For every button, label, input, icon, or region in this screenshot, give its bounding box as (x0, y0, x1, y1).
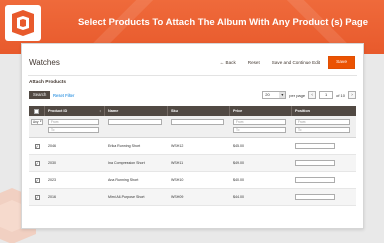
grid-controls: Search Reset Filter 20 ▼ per page ‹ 1 of… (29, 91, 356, 101)
product-name: Ana Running Short (108, 178, 139, 182)
banner-title: Select Products To Attach The Album With… (77, 17, 369, 28)
column-header-name[interactable]: Name (105, 106, 168, 116)
filter-cell (168, 116, 230, 125)
product-price: $40.00 (233, 178, 244, 182)
product-price: $44.00 (233, 195, 244, 199)
filter-cell: From To (230, 116, 292, 133)
column-header-price[interactable]: Price (230, 106, 292, 116)
logo-mark-icon (12, 10, 34, 36)
sort-icon: ↕ (99, 109, 101, 113)
id-from-input[interactable]: From (48, 119, 99, 125)
page-title: Watches (29, 58, 60, 67)
filter-row: Any ▼ From To From To From To (29, 116, 356, 138)
product-price: $49.00 (233, 161, 244, 165)
filter-cell: From To (45, 116, 105, 133)
position-input[interactable] (295, 177, 335, 183)
page-actions: ← Back Reset Save and Continue Edit Save (216, 56, 355, 69)
id-to-input[interactable]: To (48, 127, 99, 133)
product-name: Ina Compression Short (108, 161, 145, 165)
product-id: 2023 (48, 178, 56, 182)
column-header-sku[interactable]: Sku (168, 106, 230, 116)
table-header: Product ID ↕ Name Sku Price Position (29, 106, 356, 116)
product-sku: WSH10 (171, 178, 184, 182)
select-all-cell (29, 106, 45, 116)
row-checkbox[interactable]: ✓ (34, 143, 40, 149)
save-continue-button[interactable]: Save and Continue Edit (268, 57, 324, 68)
sku-filter-input[interactable] (171, 119, 224, 125)
save-button[interactable]: Save (328, 56, 355, 69)
position-input[interactable] (295, 194, 335, 200)
row-checkbox[interactable]: ✓ (34, 160, 40, 166)
position-to-input[interactable]: To (295, 127, 350, 133)
product-sku: WSH09 (171, 195, 184, 199)
total-pages-label: of 10 (336, 92, 345, 98)
table-row[interactable]: ✓ 2023 Ana Running Short WSH10 $40.00 (29, 172, 356, 189)
chevron-left-icon: ‹ (311, 92, 313, 97)
column-header-position[interactable]: Position (292, 106, 356, 116)
table-row[interactable]: ✓ 2046 Erika Running Short WSH12 $45.00 (29, 138, 356, 155)
pager: 20 ▼ per page ‹ 1 of 10 › (262, 91, 356, 99)
back-button[interactable]: ← Back (216, 57, 240, 68)
brand-logo (5, 5, 41, 41)
product-sku: WSH11 (171, 161, 184, 165)
admin-panel: Watches ← Back Reset Save and Continue E… (21, 43, 364, 229)
per-page-value: 20 (265, 92, 270, 97)
product-name: Erika Running Short (108, 144, 141, 148)
filter-cell: Any ▼ (29, 116, 45, 125)
column-header-id[interactable]: Product ID ↕ (45, 106, 105, 116)
position-input[interactable] (295, 143, 335, 149)
table-body: ✓ 2046 Erika Running Short WSH12 $45.00 … (29, 138, 356, 206)
section-title: Attach Products (29, 80, 67, 85)
name-filter-input[interactable] (108, 119, 162, 125)
table-row[interactable]: ✓ 2030 Ina Compression Short WSH11 $49.0… (29, 155, 356, 172)
back-label: Back (225, 60, 236, 65)
arrow-left-icon: ← (219, 60, 225, 65)
chevron-down-icon: ▼ (279, 92, 286, 98)
product-price: $45.00 (233, 144, 244, 148)
product-id: 2030 (48, 161, 56, 165)
products-table: Product ID ↕ Name Sku Price Position Any… (29, 106, 356, 206)
next-page-button[interactable]: › (348, 91, 356, 99)
price-from-input[interactable]: From (233, 119, 286, 125)
product-id: 2016 (48, 195, 56, 199)
price-to-input[interactable]: To (233, 127, 286, 133)
chevron-right-icon: › (351, 92, 353, 97)
page-number-input[interactable]: 1 (319, 91, 334, 99)
row-checkbox[interactable]: ✓ (34, 177, 40, 183)
row-checkbox[interactable]: ✓ (34, 194, 40, 200)
reset-filter-link[interactable]: Reset Filter (53, 93, 74, 98)
any-label: Any (33, 120, 39, 124)
position-input[interactable] (295, 160, 335, 166)
per-page-label: per page (289, 92, 306, 98)
product-sku: WSH12 (171, 144, 184, 148)
chevron-down-icon: ▼ (39, 120, 42, 123)
divider (28, 75, 357, 76)
position-from-input[interactable]: From (295, 119, 350, 125)
prev-page-button[interactable]: ‹ (308, 91, 317, 99)
in-products-select[interactable]: Any ▼ (31, 119, 43, 125)
column-label: Product ID (48, 109, 68, 113)
filter-cell (105, 116, 168, 125)
per-page-select[interactable]: 20 ▼ (262, 91, 287, 99)
table-row[interactable]: ✓ 2016 Mimi All-Purpose Short WSH09 $44.… (29, 189, 356, 206)
filter-cell: From To (292, 116, 356, 133)
product-id: 2046 (48, 144, 56, 148)
product-name: Mimi All-Purpose Short (108, 195, 145, 199)
search-button[interactable]: Search (29, 91, 51, 99)
reset-button[interactable]: Reset (244, 57, 264, 68)
select-all-checkbox[interactable] (34, 108, 39, 114)
